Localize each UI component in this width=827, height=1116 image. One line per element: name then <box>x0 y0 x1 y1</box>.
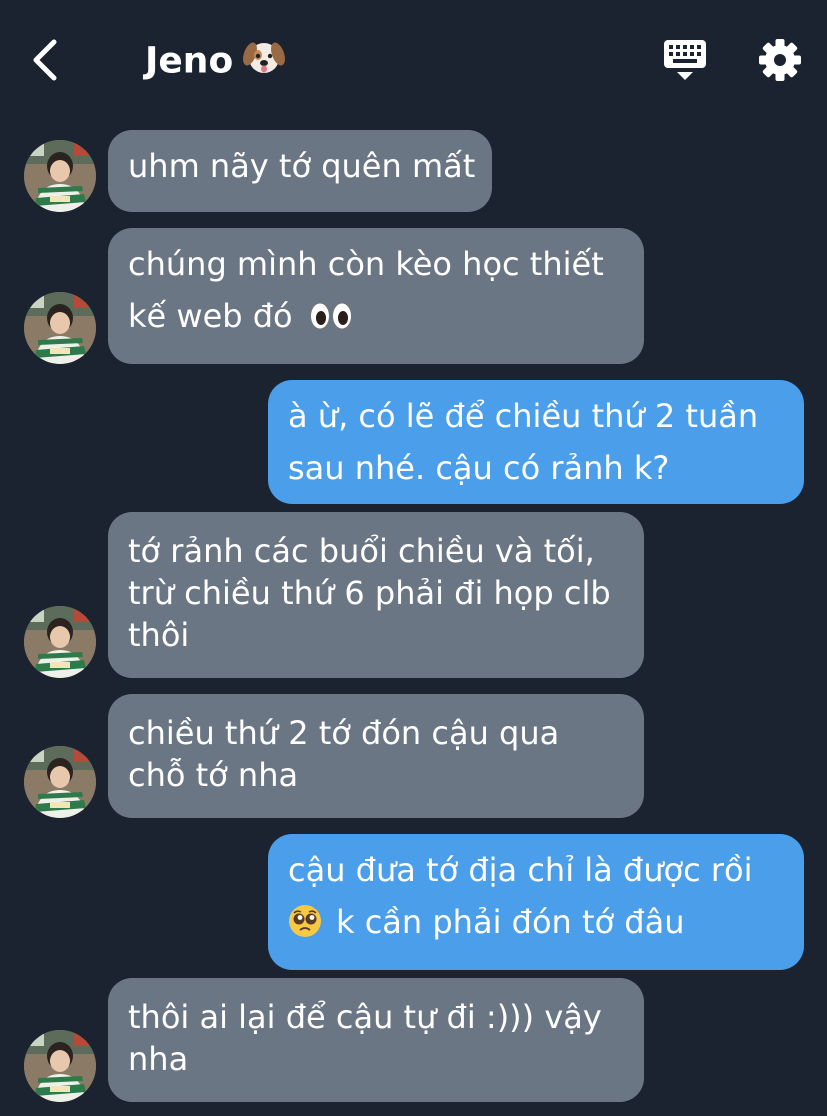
message-bubble-incoming[interactable]: chiều thứ 2 tớ đón cậu qua chỗ tớ nha <box>108 694 644 818</box>
keyboard-button[interactable] <box>662 38 708 82</box>
message-bubble-incoming[interactable]: tớ rảnh các buổi chiều và tối, trừ chiều… <box>108 512 644 678</box>
contact-avatar[interactable] <box>24 1030 96 1102</box>
message-text: kế web đó <box>128 297 293 335</box>
chevron-left-icon <box>33 39 57 81</box>
contact-avatar[interactable] <box>24 606 96 678</box>
message-bubble-incoming[interactable]: thôi ai lại để cậu tự đi :))) vậy nha <box>108 978 644 1102</box>
message-text: k cần phải đón tớ đâu <box>336 903 685 941</box>
contact-avatar[interactable] <box>24 140 96 212</box>
contact-avatar[interactable] <box>24 292 96 364</box>
message-bubble-outgoing[interactable]: cậu đưa tớ địa chỉ là được rồi k cần phả… <box>268 834 804 970</box>
back-button[interactable] <box>28 38 68 82</box>
message-text: sau nhé. cậu có rảnh k? <box>288 449 670 487</box>
message-bubble-outgoing[interactable]: à ừ, có lẽ để chiều thứ 2 tuần sau nhé. … <box>268 380 804 504</box>
message-text: thôi ai lại để cậu tự đi :))) vậy <box>128 998 602 1036</box>
chat-title: Jeno <box>145 36 286 89</box>
message-text: uhm nãy tớ quên mất <box>128 147 476 185</box>
message-bubble-incoming[interactable]: chúng mình còn kèo học thiết kế web đó <box>108 228 644 364</box>
message-text: chúng mình còn kèo học thiết <box>128 245 604 283</box>
message-text: tớ rảnh các buổi chiều và tối, <box>128 532 595 570</box>
settings-button[interactable] <box>758 38 802 82</box>
message-text: chỗ tớ nha <box>128 756 299 794</box>
chat-header: Jeno <box>0 0 827 120</box>
keyboard-icon <box>664 40 706 80</box>
message-text: à ừ, có lẽ để chiều thứ 2 tuần <box>288 397 759 435</box>
message-text: nha <box>128 1040 189 1078</box>
dog-face-icon <box>243 36 286 89</box>
pleading-face-emoji <box>289 905 321 937</box>
message-bubble-incoming[interactable]: uhm nãy tớ quên mất <box>108 130 492 212</box>
message-text: trừ chiều thứ 6 phải đi họp clb <box>128 574 611 612</box>
contact-avatar[interactable] <box>24 746 96 818</box>
contact-name: Jeno <box>145 40 234 82</box>
message-text: thôi <box>128 616 190 654</box>
eyes-emoji <box>309 302 352 330</box>
message-text: cậu đưa tớ địa chỉ là được rồi <box>288 851 753 889</box>
gear-icon <box>759 39 801 81</box>
message-text: chiều thứ 2 tớ đón cậu qua <box>128 714 560 752</box>
